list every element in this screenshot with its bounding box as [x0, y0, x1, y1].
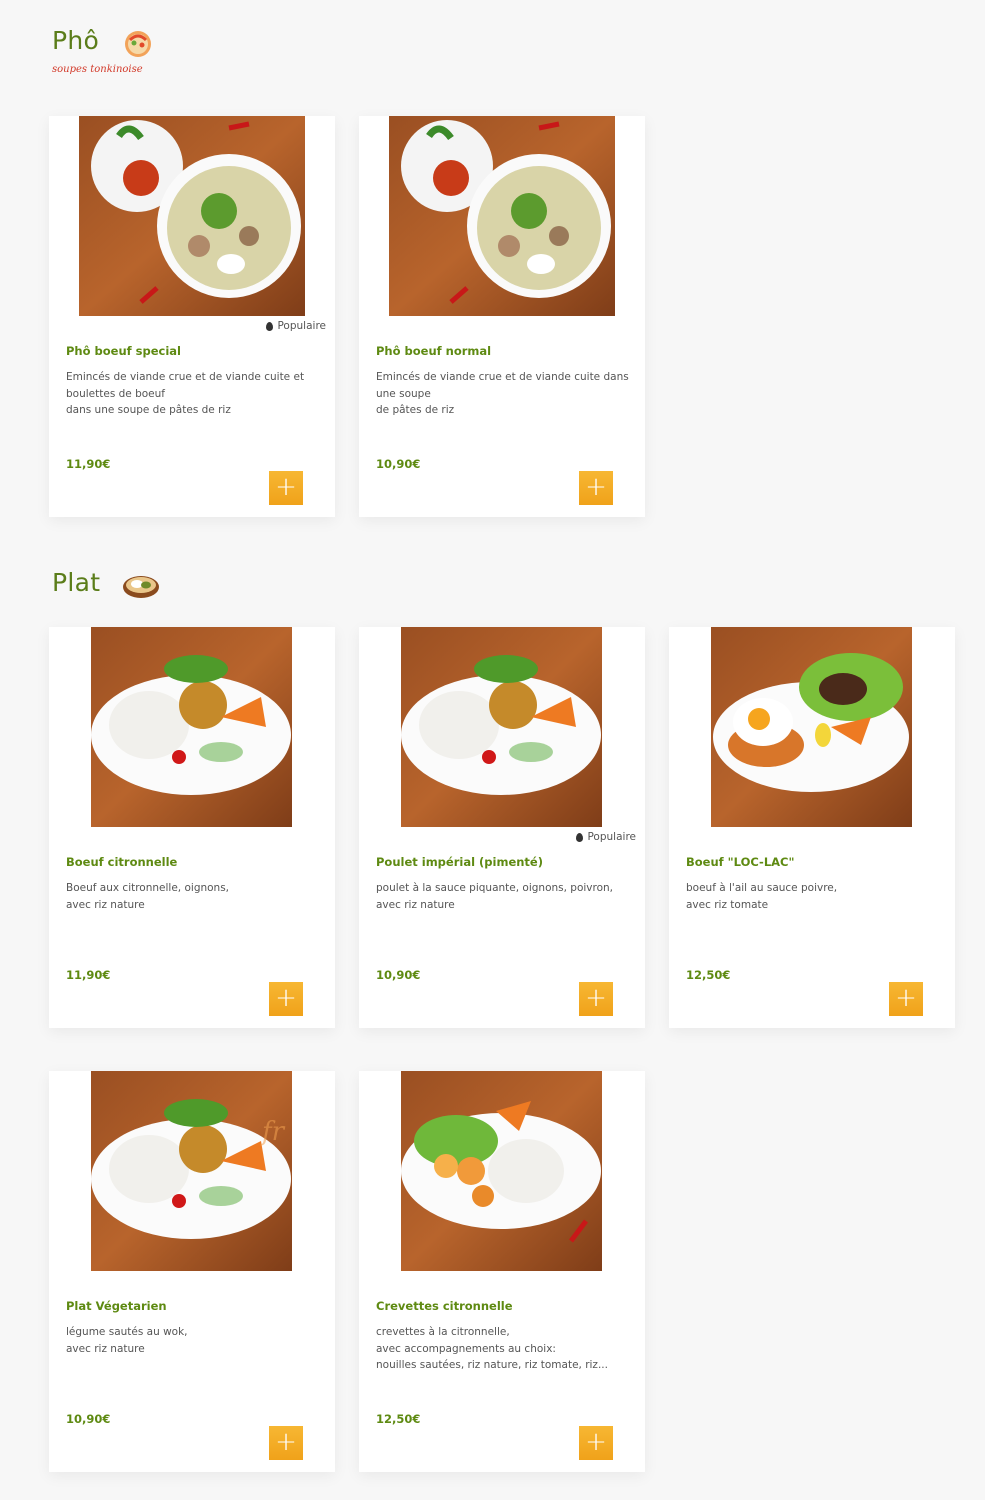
shrimp-photo	[401, 1071, 602, 1271]
dish-price: 12,50€	[376, 1412, 421, 1426]
menu-item-card[interactable]: Populaire Poulet impérial (pimenté) poul…	[359, 627, 645, 1028]
section-header-plat: Plat	[52, 568, 160, 604]
dish-name: Crevettes citronnelle	[376, 1299, 513, 1313]
add-to-cart-button[interactable]: +	[269, 1426, 303, 1460]
rice-plate-photo	[91, 1071, 292, 1271]
add-to-cart-button[interactable]: +	[579, 982, 613, 1016]
dish-description: poulet à la sauce piquante, oignons, poi…	[376, 882, 614, 911]
dish-price: 10,90€	[376, 457, 421, 471]
dish-price: 11,90€	[66, 457, 111, 471]
dish-name: Boeuf citronnelle	[66, 855, 178, 869]
dish-description: Boeuf aux citronnelle, oignons, avec riz…	[66, 882, 230, 911]
dish-description: crevettes à la citronnelle, avec accompa…	[376, 1326, 608, 1371]
add-to-cart-button[interactable]: +	[889, 982, 923, 1016]
dish-name: Poulet impérial (pimenté)	[376, 855, 543, 869]
dish-price: 11,90€	[66, 968, 111, 982]
menu-item-card[interactable]: Crevettes citronnelle crevettes à la cit…	[359, 1071, 645, 1472]
menu-item-card[interactable]: Boeuf citronnelle Boeuf aux citronnelle,…	[49, 627, 335, 1028]
menu-item-card[interactable]: Plat Végetarien légume sautés au wok, av…	[49, 1071, 335, 1472]
dish-name: Boeuf "LOC-LAC"	[686, 855, 795, 869]
plus-icon: +	[585, 472, 607, 502]
plus-icon: +	[275, 1427, 297, 1457]
add-to-cart-button[interactable]: +	[269, 982, 303, 1016]
dish-description: Emincés de viande crue et de viande cuit…	[66, 371, 305, 416]
rice-plate-photo	[91, 627, 292, 827]
section-title: Phô	[52, 26, 100, 55]
add-to-cart-button[interactable]: +	[579, 471, 613, 505]
popular-badge: Populaire	[576, 831, 636, 843]
plus-icon: +	[585, 1427, 607, 1457]
pho-photo	[389, 116, 615, 316]
dish-price: 10,90€	[66, 1412, 111, 1426]
rice-plate-photo	[401, 627, 602, 827]
section-title: Plat	[52, 568, 101, 597]
plate-dish-icon	[122, 570, 160, 604]
plus-icon: +	[275, 472, 297, 502]
pho-photo	[79, 116, 305, 316]
chili-drop-icon	[576, 832, 584, 842]
menu-item-card[interactable]: Phô boeuf normal Emincés de viande crue …	[359, 116, 645, 517]
dish-price: 12,50€	[686, 968, 731, 982]
plus-icon: +	[585, 983, 607, 1013]
badge-label: Populaire	[277, 320, 326, 332]
dish-description: légume sautés au wok, avec riz nature	[66, 1326, 188, 1355]
dish-description: boeuf à l'ail au sauce poivre, avec riz …	[686, 882, 838, 911]
pho-bowl-icon	[121, 26, 155, 64]
menu-item-card[interactable]: Boeuf "LOC-LAC" boeuf à l'ail au sauce p…	[669, 627, 955, 1028]
dish-price: 10,90€	[376, 968, 421, 982]
badge-label: Populaire	[587, 831, 636, 843]
menu-item-card[interactable]: Populaire Phô boeuf special Emincés de v…	[49, 116, 335, 517]
section-subtitle: soupes tonkinoise	[52, 64, 143, 75]
section-header-pho: Phô soupes tonkinoise	[52, 26, 155, 75]
add-to-cart-button[interactable]: +	[269, 471, 303, 505]
dish-description: Emincés de viande crue et de viande cuit…	[376, 371, 629, 416]
plus-icon: +	[895, 983, 917, 1013]
plus-icon: +	[275, 983, 297, 1013]
add-to-cart-button[interactable]: +	[579, 1426, 613, 1460]
dish-name: Phô boeuf normal	[376, 344, 492, 358]
dish-name: Phô boeuf special	[66, 344, 181, 358]
chili-drop-icon	[266, 321, 274, 331]
popular-badge: Populaire	[266, 320, 326, 332]
loclac-photo	[711, 627, 912, 827]
dish-name: Plat Végetarien	[66, 1299, 167, 1313]
